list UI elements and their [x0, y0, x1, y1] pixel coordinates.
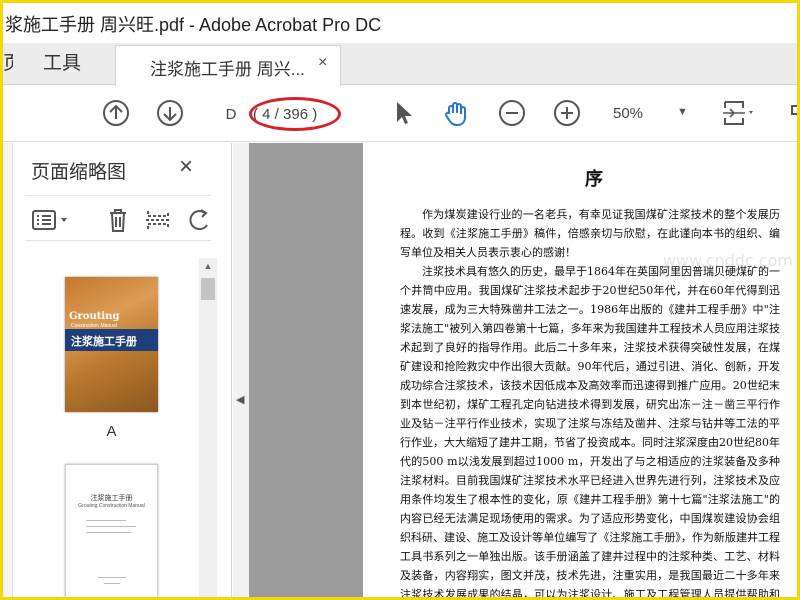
watermark-text: www.cnddc.com: [662, 251, 793, 270]
panel-title: 页面缩略图: [31, 162, 127, 183]
tab-document-label: 注浆施工手册 周兴...: [150, 60, 305, 79]
book-cover-image: Grouting Construction Manual 注浆施工手册: [65, 277, 158, 412]
page-thumbnail-2[interactable]: 注浆施工手册 Grouting Construction Manual: [65, 464, 158, 597]
more-tools-icon[interactable]: [789, 98, 800, 128]
document-background: [249, 143, 363, 597]
main-toolbar: D ( 4 / 396 ) 50% ▼: [3, 86, 797, 142]
thumbnail-text-line: [86, 520, 126, 521]
thumbnail-options-icon[interactable]: [31, 207, 71, 233]
page-number-input[interactable]: D: [213, 102, 249, 128]
acrobat-window: 浆施工手册 周兴旺.pdf - Adobe Acrobat Pro DC 页 工…: [0, 0, 800, 600]
previous-page-icon[interactable]: [101, 98, 131, 128]
title-bar: 浆施工手册 周兴旺.pdf - Adobe Acrobat Pro DC: [3, 3, 797, 43]
tab-close-button[interactable]: ×: [318, 54, 327, 72]
collapse-arrow-icon[interactable]: ◀: [236, 393, 244, 406]
tab-home[interactable]: 页: [3, 43, 13, 85]
thumbnail-2-subtitle: Grouting Construction Manual: [78, 503, 145, 509]
hand-tool-icon[interactable]: [441, 98, 471, 128]
page-thumbnails-panel: 页面缩略图 × ▲ Grouting Construction Manual 注…: [3, 143, 232, 597]
cover-title-english: Grouting: [69, 311, 120, 322]
zoom-dropdown-caret[interactable]: ▼: [677, 106, 688, 118]
rotate-page-icon[interactable]: [187, 207, 213, 233]
tab-bar: 页 工具 注浆施工手册 周兴... ×: [3, 43, 797, 86]
thumbnail-text-line: [104, 583, 120, 584]
select-cursor-icon[interactable]: [388, 98, 418, 128]
page-heading: 序: [585, 169, 603, 190]
scrollbar-thumb[interactable]: [201, 278, 215, 300]
extract-page-icon[interactable]: [145, 207, 171, 233]
document-page: 序 作为煤炭建设行业的一名老兵，有幸见证我国煤矿注浆技术的整个发展历程。收到《注…: [363, 143, 797, 600]
window-title: 浆施工手册 周兴旺.pdf - Adobe Acrobat Pro DC: [5, 15, 382, 35]
thumbnail-text-line: [98, 577, 126, 578]
thumbnail-2-title: 注浆施工手册: [90, 495, 133, 502]
page-display-icon[interactable]: [721, 98, 757, 128]
delete-page-icon[interactable]: [105, 207, 131, 233]
panel-close-button[interactable]: ×: [179, 153, 193, 181]
next-page-icon[interactable]: [155, 98, 185, 128]
thumbnail-scrollbar[interactable]: ▲: [199, 258, 217, 597]
tab-tools[interactable]: 工具: [43, 43, 81, 85]
thumbnail-toolbar: [25, 195, 211, 241]
paragraph-2: 注浆技术具有悠久的历史，最早于1864年在英国阿里因普瑞贝硬煤矿的一个井筒中应用…: [400, 265, 780, 600]
thumbnail-text-line: [86, 526, 136, 527]
collapse-panel-gutter[interactable]: ◀: [233, 143, 249, 597]
thumbnail-text-line: [86, 532, 131, 533]
zoom-in-icon[interactable]: [552, 98, 582, 128]
tab-document[interactable]: 注浆施工手册 周兴... ×: [115, 45, 341, 86]
zoom-out-icon[interactable]: [497, 98, 527, 128]
cover-title-chinese: 注浆施工手册: [71, 336, 137, 348]
scroll-up-arrow-icon[interactable]: ▲: [199, 258, 217, 274]
highlight-annotation-oval: [249, 97, 341, 131]
navigation-pane-edge[interactable]: [3, 143, 13, 597]
zoom-level-select[interactable]: 50%: [613, 101, 673, 127]
thumbnail-label: A: [106, 423, 117, 440]
